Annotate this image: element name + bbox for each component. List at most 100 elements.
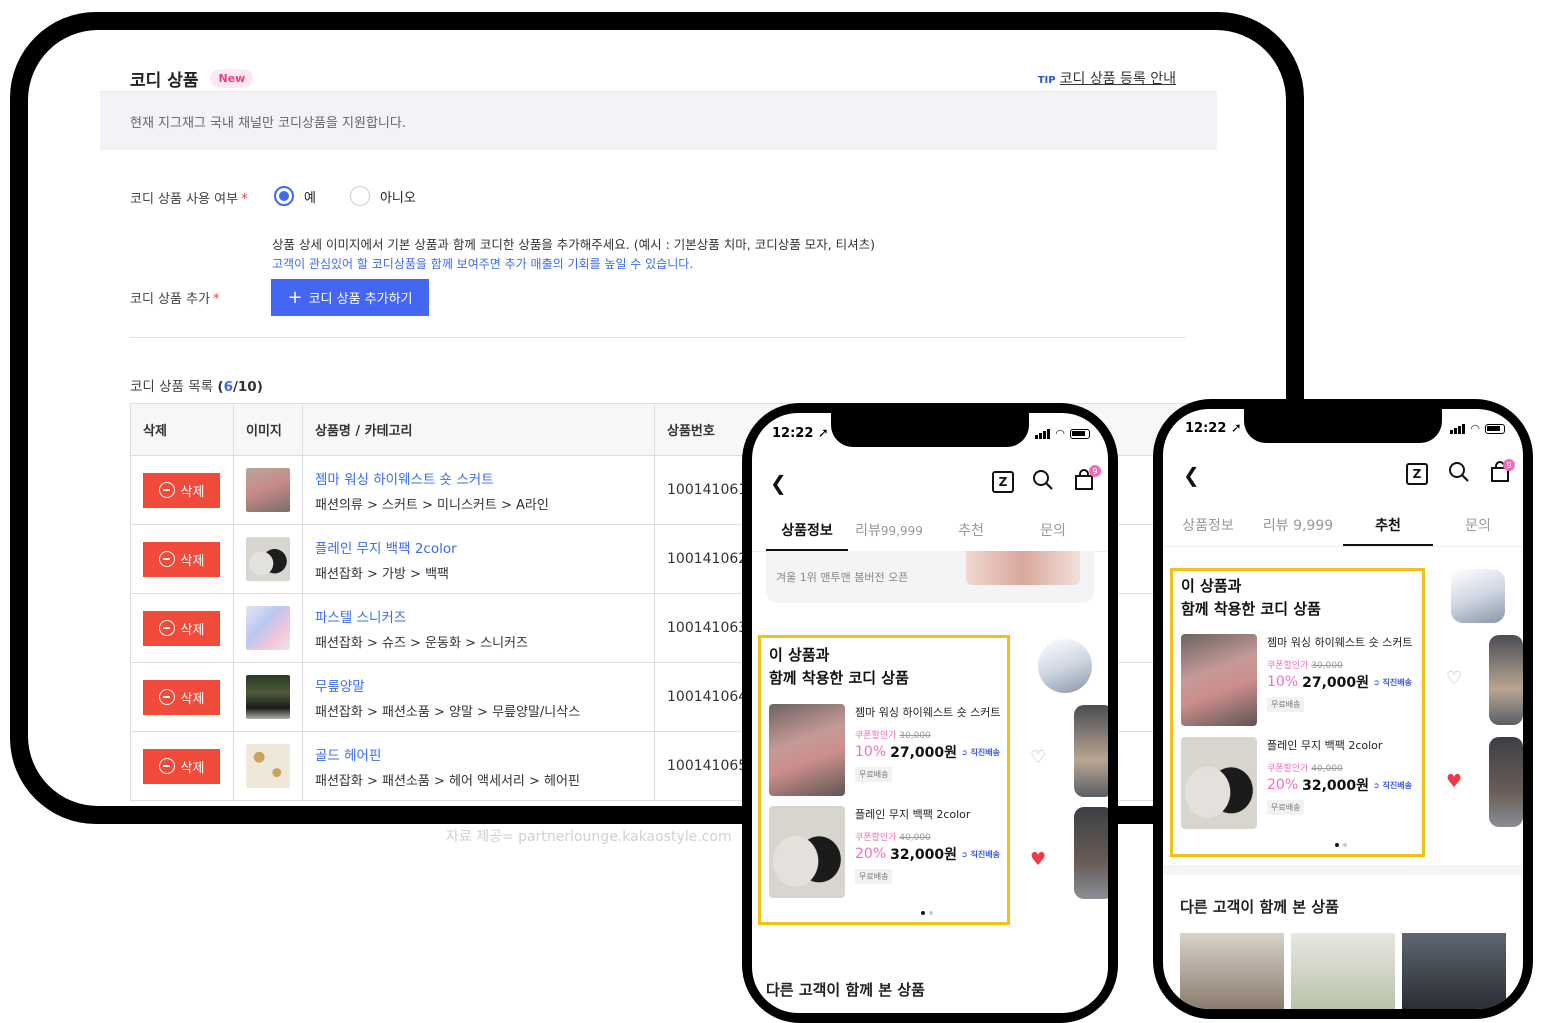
product-name-link[interactable]: 플레인 무지 백팩 2color — [315, 537, 457, 557]
signal-icon — [1450, 424, 1466, 434]
zigzag-icon[interactable]: Z — [1406, 463, 1428, 485]
cart-count-badge: 9 — [1503, 459, 1515, 471]
related-product-image[interactable] — [1402, 933, 1506, 1009]
product-category: 패션잡화 > 슈즈 > 운동화 > 스니커즈 — [315, 635, 528, 651]
tab-recommend[interactable]: 추천 — [930, 520, 1012, 551]
tab-inquiry-label: 문의 — [1465, 518, 1491, 534]
product-name-link[interactable]: 파스텔 스니커즈 — [315, 606, 406, 626]
coordi-item[interactable]: 젬마 워싱 하이웨스트 숏 스커트 쿠폰할인가 30,000 10% 27,000… — [1181, 634, 1413, 726]
side-product-image[interactable] — [1074, 705, 1108, 797]
coordi-item-image — [1181, 737, 1257, 829]
related-product-image[interactable] — [1180, 933, 1284, 1009]
tab-review[interactable]: 리뷰 9,999 — [1253, 515, 1343, 546]
main-product-thumb[interactable] — [1451, 569, 1505, 623]
coordi-item[interactable]: 플레인 무지 백팩 2color 쿠폰할인가 40,000 20% 32,000원… — [769, 806, 1000, 898]
delete-button-label: 삭제 — [180, 691, 205, 707]
free-shipping-tag: 무료배송 — [855, 767, 893, 782]
required-mark: * — [241, 192, 248, 207]
side-product-image[interactable] — [1489, 635, 1523, 725]
side-product-image[interactable] — [1489, 737, 1523, 827]
add-label-text: 코디 상품 추가 — [130, 292, 211, 307]
product-category: 패션잡화 > 패션소품 > 헤어 액세서리 > 헤어핀 — [315, 773, 580, 789]
radio-yes-circle[interactable] — [274, 186, 294, 206]
direct-ship-label: 직진배송 — [1382, 780, 1412, 790]
tab-recommend[interactable]: 추천 — [1343, 515, 1433, 546]
coordi-item-name: 플레인 무지 백팩 2color — [1267, 739, 1383, 752]
tab-inquiry-label: 문의 — [1040, 523, 1066, 539]
coordi-item[interactable]: 플레인 무지 백팩 2color 쿠폰할인가 40,000 20% 32,000원… — [1181, 737, 1412, 829]
new-badge: New — [210, 69, 254, 88]
search-icon[interactable] — [1032, 469, 1054, 496]
delete-button[interactable]: 삭제 — [143, 748, 220, 784]
coordi-box-title-1: 이 상품과 — [1181, 577, 1242, 595]
product-name-link[interactable]: 골드 헤어핀 — [315, 744, 381, 764]
coupon-label: 쿠폰할인가 — [1267, 764, 1309, 774]
col-name: 상품명 / 카테고리 — [303, 404, 655, 455]
back-icon[interactable]: ❮ — [770, 471, 787, 495]
sale-price: 32,000원 — [890, 847, 958, 863]
free-shipping-tag: 무료배송 — [1267, 697, 1305, 712]
coordi-item-coupon: 쿠폰할인가 30,000 — [855, 728, 1001, 741]
search-icon[interactable] — [1448, 461, 1470, 488]
promo-banner-text: 겨울 1위 맨투맨 봄버전 오픈 — [776, 571, 909, 584]
tab-review[interactable]: 리뷰99,999 — [848, 520, 930, 551]
status-time-text: 12:22 — [1185, 421, 1227, 436]
heart-filled-icon[interactable]: ♥ — [1446, 771, 1462, 792]
tip-link[interactable]: TIP 코디 상품 등록 안내 — [1038, 68, 1176, 88]
notice-banner: 현재 지그재그 국내 채널만 코디상품을 지원합니다. — [100, 91, 1217, 150]
top-nav: ❮ Z 9 — [1163, 459, 1523, 501]
page-title: 코디 상품 — [130, 71, 199, 91]
zigzag-icon[interactable]: Z — [992, 471, 1014, 493]
list-count-max: /10 — [232, 379, 257, 395]
promo-banner[interactable]: 겨울 1위 맨투맨 봄버전 오픈 — [766, 551, 1094, 603]
main-product-thumb[interactable] — [1038, 639, 1092, 693]
radio-yes[interactable]: 예 — [274, 186, 316, 206]
tab-info[interactable]: 상품정보 — [1163, 515, 1253, 546]
direct-ship-label: 직진배송 — [1382, 677, 1412, 687]
product-category: 패션잡화 > 가방 > 백팩 — [315, 566, 449, 582]
heart-outline-icon[interactable]: ♡ — [1446, 668, 1462, 689]
delete-button[interactable]: 삭제 — [143, 472, 220, 508]
tab-info[interactable]: 상품정보 — [766, 520, 848, 551]
heart-filled-icon[interactable]: ♥ — [1030, 849, 1046, 870]
coordi-item-image — [769, 704, 845, 796]
heart-outline-icon[interactable]: ♡ — [1030, 747, 1046, 768]
delete-button[interactable]: 삭제 — [143, 610, 220, 646]
description-line-1: 상품 상세 이미지에서 기본 상품과 함께 코디한 상품을 추가해주세요. (예… — [272, 237, 875, 252]
tab-inquiry[interactable]: 문의 — [1012, 520, 1094, 551]
minus-circle-icon — [158, 758, 175, 774]
coordi-item-coupon: 쿠폰할인가 40,000 — [855, 830, 1000, 843]
add-coordi-button-label: 코디 상품 추가하기 — [308, 292, 413, 307]
promo-banner-image — [966, 551, 1080, 585]
status-time: 12:22 ➚ — [1185, 421, 1242, 436]
phone-screen-2: 12:22 ➚ ◠ ❮ Z 9 상품정보 리뷰 9,999 추천 문의 이 상품… — [1163, 409, 1523, 1009]
tab-inquiry[interactable]: 문의 — [1433, 515, 1523, 546]
delete-button[interactable]: 삭제 — [143, 541, 220, 577]
coordi-item-price: 10% 27,000원 ➲ 직진배송 — [1267, 672, 1413, 692]
coordi-box-title-2: 함께 착용한 코디 상품 — [769, 669, 909, 687]
coordi-item-price: 20% 32,000원 ➲ 직진배송 — [1267, 775, 1412, 795]
tab-info-label: 상품정보 — [1182, 518, 1234, 534]
product-name-link[interactable]: 무릎양말 — [315, 675, 365, 695]
delete-button[interactable]: 삭제 — [143, 679, 220, 715]
add-coordi-button[interactable]: + 코디 상품 추가하기 — [271, 279, 429, 316]
radio-no-circle[interactable] — [349, 186, 370, 206]
back-icon[interactable]: ❮ — [1183, 463, 1200, 487]
radio-no[interactable]: 아니오 — [349, 186, 416, 206]
product-thumbnail — [246, 744, 290, 788]
coordi-item[interactable]: 젬마 워싱 하이웨스트 숏 스커트 쿠폰할인가 30,000 10% 27,000… — [769, 704, 1001, 796]
coordi-item-image — [769, 806, 845, 898]
original-price: 40,000 — [1311, 764, 1343, 774]
tip-link-text[interactable]: 코디 상품 등록 안내 — [1060, 71, 1176, 87]
related-product-image[interactable] — [1291, 933, 1395, 1009]
direct-ship-label: 직진배송 — [970, 849, 1000, 859]
side-product-image[interactable] — [1074, 807, 1108, 899]
section-header: 코디 상품 New — [130, 66, 254, 91]
delete-button-label: 삭제 — [180, 553, 205, 569]
radio-no-label: 아니오 — [379, 190, 416, 206]
coupon-label: 쿠폰할인가 — [1267, 661, 1309, 671]
coordi-item-name: 젬마 워싱 하이웨스트 숏 스커트 — [1267, 636, 1413, 649]
coordi-highlight-box: 이 상품과 함께 착용한 코디 상품 젬마 워싱 하이웨스트 숏 스커트 쿠폰할… — [758, 635, 1010, 925]
product-name-link[interactable]: 젬마 워싱 하이웨스트 숏 스커트 — [315, 468, 494, 488]
wifi-icon: ◠ — [1470, 422, 1480, 435]
